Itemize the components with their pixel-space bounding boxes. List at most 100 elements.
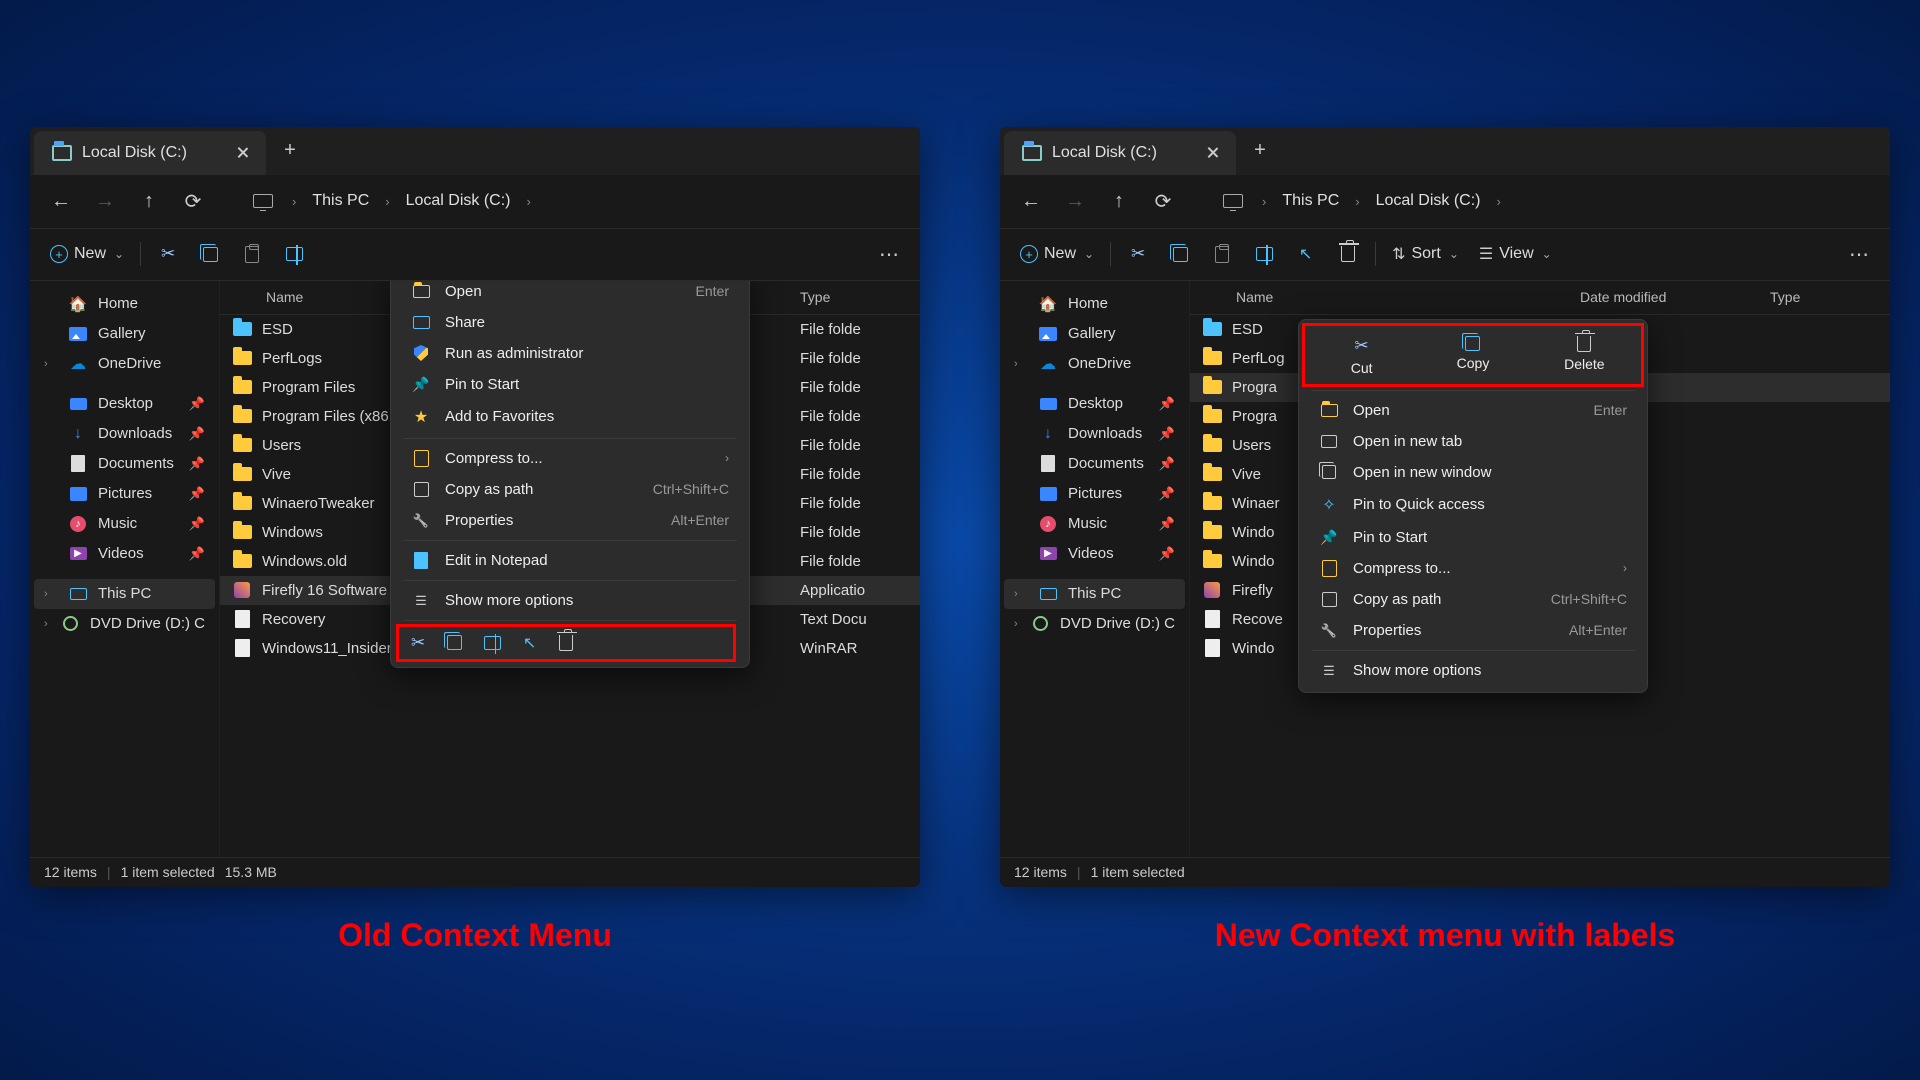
more-button[interactable]: [870, 236, 908, 272]
copy-button[interactable]: [1161, 236, 1199, 272]
ctx-item-properties[interactable]: PropertiesAlt+Enter: [397, 505, 743, 536]
ctx-item-compress-to-[interactable]: Compress to...›: [1305, 553, 1641, 584]
ctx-copy-button[interactable]: Copy: [1420, 332, 1525, 380]
rename-icon[interactable]: [484, 636, 501, 650]
close-icon[interactable]: [1207, 147, 1218, 158]
crumb-this-pc[interactable]: This PC: [1276, 192, 1345, 210]
up-button[interactable]: [1100, 182, 1138, 220]
ctx-item-add-to-favorites[interactable]: Add to Favorites: [397, 400, 743, 434]
ctx-item-pin-to-start[interactable]: Pin to Start: [1305, 522, 1641, 553]
sidebar-documents[interactable]: Documents📌: [34, 449, 215, 479]
ctx-item-open-in-new-tab[interactable]: Open in new tab: [1305, 426, 1641, 457]
ctx-item-copy-as-path[interactable]: Copy as pathCtrl+Shift+C: [397, 474, 743, 505]
ctx-item-copy-as-path[interactable]: Copy as pathCtrl+Shift+C: [1305, 584, 1641, 615]
new-button[interactable]: New: [1012, 236, 1102, 272]
new-tab-button[interactable]: [266, 127, 314, 175]
scissors-icon[interactable]: [411, 633, 425, 653]
copy-button[interactable]: [191, 236, 229, 272]
refresh-button[interactable]: [1144, 182, 1182, 220]
tab-local-disk[interactable]: Local Disk (C:): [34, 131, 266, 175]
col-type[interactable]: Type: [1770, 289, 1890, 305]
ctx-item-open[interactable]: OpenEnter: [397, 281, 743, 307]
col-date[interactable]: Date modified: [1580, 289, 1770, 305]
sidebar-videos[interactable]: Videos📌: [34, 539, 215, 569]
copy-icon[interactable]: [447, 635, 462, 650]
ctx-shortcut: Enter: [1594, 402, 1627, 418]
ctx-cut-button[interactable]: Cut: [1309, 332, 1414, 380]
forward-button[interactable]: [1056, 182, 1094, 220]
ctx-delete-button[interactable]: Delete: [1532, 332, 1637, 380]
sidebar-music[interactable]: Music📌: [1004, 509, 1185, 539]
crumb-local-disk[interactable]: Local Disk (C:): [400, 192, 517, 210]
rename-button[interactable]: [1245, 236, 1283, 272]
ctx-item-share[interactable]: Share: [397, 307, 743, 338]
col-name[interactable]: Name: [1190, 289, 1580, 305]
sort-button[interactable]: Sort: [1384, 236, 1467, 272]
sidebar-this-pc[interactable]: ›This PC: [1004, 579, 1185, 609]
col-type[interactable]: Type: [800, 289, 920, 305]
view-button[interactable]: View: [1471, 236, 1560, 272]
sidebar-onedrive[interactable]: ›OneDrive: [1004, 349, 1185, 379]
new-tab-button[interactable]: [1236, 127, 1284, 175]
caption-new: New Context menu with labels: [1215, 917, 1676, 954]
ctx-item-show-more-options[interactable]: Show more options: [1305, 655, 1641, 686]
paste-button[interactable]: [233, 236, 271, 272]
crumb-local-disk[interactable]: Local Disk (C:): [1370, 192, 1487, 210]
ctx-item-pin-to-quick-access[interactable]: Pin to Quick access: [1305, 488, 1641, 522]
share-icon[interactable]: [523, 633, 536, 653]
ctx-item-label: Show more options: [445, 592, 573, 609]
sidebar-desktop[interactable]: Desktop📌: [1004, 389, 1185, 419]
ctx-item-open[interactable]: OpenEnter: [1305, 395, 1641, 426]
paste-button[interactable]: [1203, 236, 1241, 272]
cut-button[interactable]: [149, 236, 187, 272]
refresh-button[interactable]: [174, 182, 212, 220]
back-button[interactable]: [1012, 182, 1050, 220]
sidebar-dvd[interactable]: ›DVD Drive (D:) C: [1004, 609, 1185, 639]
ctx-item-open-in-new-window[interactable]: Open in new window: [1305, 457, 1641, 488]
menu-separator: [403, 540, 737, 541]
back-button[interactable]: [42, 182, 80, 220]
forward-button[interactable]: [86, 182, 124, 220]
sidebar-pictures[interactable]: Pictures📌: [34, 479, 215, 509]
crumb-root-icon[interactable]: [1214, 182, 1252, 220]
sidebar-dvd[interactable]: ›DVD Drive (D:) C: [34, 609, 215, 639]
sidebar-music[interactable]: Music📌: [34, 509, 215, 539]
delete-button[interactable]: [1329, 236, 1367, 272]
sidebar-pictures[interactable]: Pictures📌: [1004, 479, 1185, 509]
home-icon: [68, 295, 88, 313]
crumb-this-pc[interactable]: This PC: [306, 192, 375, 210]
trash-icon[interactable]: [559, 635, 573, 651]
more-button[interactable]: [1840, 236, 1878, 272]
ctx-item-pin-to-start[interactable]: Pin to Start: [397, 369, 743, 400]
ctx-item-run-as-administrator[interactable]: Run as administrator: [397, 338, 743, 369]
ctx-item-properties[interactable]: PropertiesAlt+Enter: [1305, 615, 1641, 646]
new-button[interactable]: New: [42, 236, 132, 272]
sidebar-downloads[interactable]: Downloads📌: [1004, 419, 1185, 449]
crumb-root-icon[interactable]: [244, 182, 282, 220]
ctx-item-show-more-options[interactable]: Show more options: [397, 585, 743, 616]
props-ic: [413, 512, 429, 529]
up-button[interactable]: [130, 182, 168, 220]
ctx-shortcut: Alt+Enter: [671, 512, 729, 528]
rename-button[interactable]: [275, 236, 313, 272]
cut-button[interactable]: [1119, 236, 1157, 272]
folder-icon: [1203, 322, 1222, 336]
sidebar-home[interactable]: Home: [1004, 289, 1185, 319]
ctx-item-label: Pin to Start: [1353, 529, 1427, 546]
tab-local-disk[interactable]: Local Disk (C:): [1004, 131, 1236, 175]
share-button[interactable]: [1287, 236, 1325, 272]
sidebar-gallery[interactable]: Gallery: [34, 319, 215, 349]
sidebar-videos[interactable]: Videos📌: [1004, 539, 1185, 569]
ctx-item-label: Properties: [1353, 622, 1421, 639]
close-icon[interactable]: [237, 147, 248, 158]
sidebar-this-pc[interactable]: ›This PC: [34, 579, 215, 609]
sidebar-home[interactable]: Home: [34, 289, 215, 319]
ctx-item-edit-in-notepad[interactable]: Edit in Notepad: [397, 545, 743, 576]
sidebar-downloads[interactable]: Downloads📌: [34, 419, 215, 449]
sidebar-gallery[interactable]: Gallery: [1004, 319, 1185, 349]
ctx-item-compress-to-[interactable]: Compress to...›: [397, 443, 743, 474]
sidebar-desktop[interactable]: Desktop📌: [34, 389, 215, 419]
compress-ic: [1322, 560, 1337, 577]
sidebar-documents[interactable]: Documents📌: [1004, 449, 1185, 479]
sidebar-onedrive[interactable]: ›OneDrive: [34, 349, 215, 379]
